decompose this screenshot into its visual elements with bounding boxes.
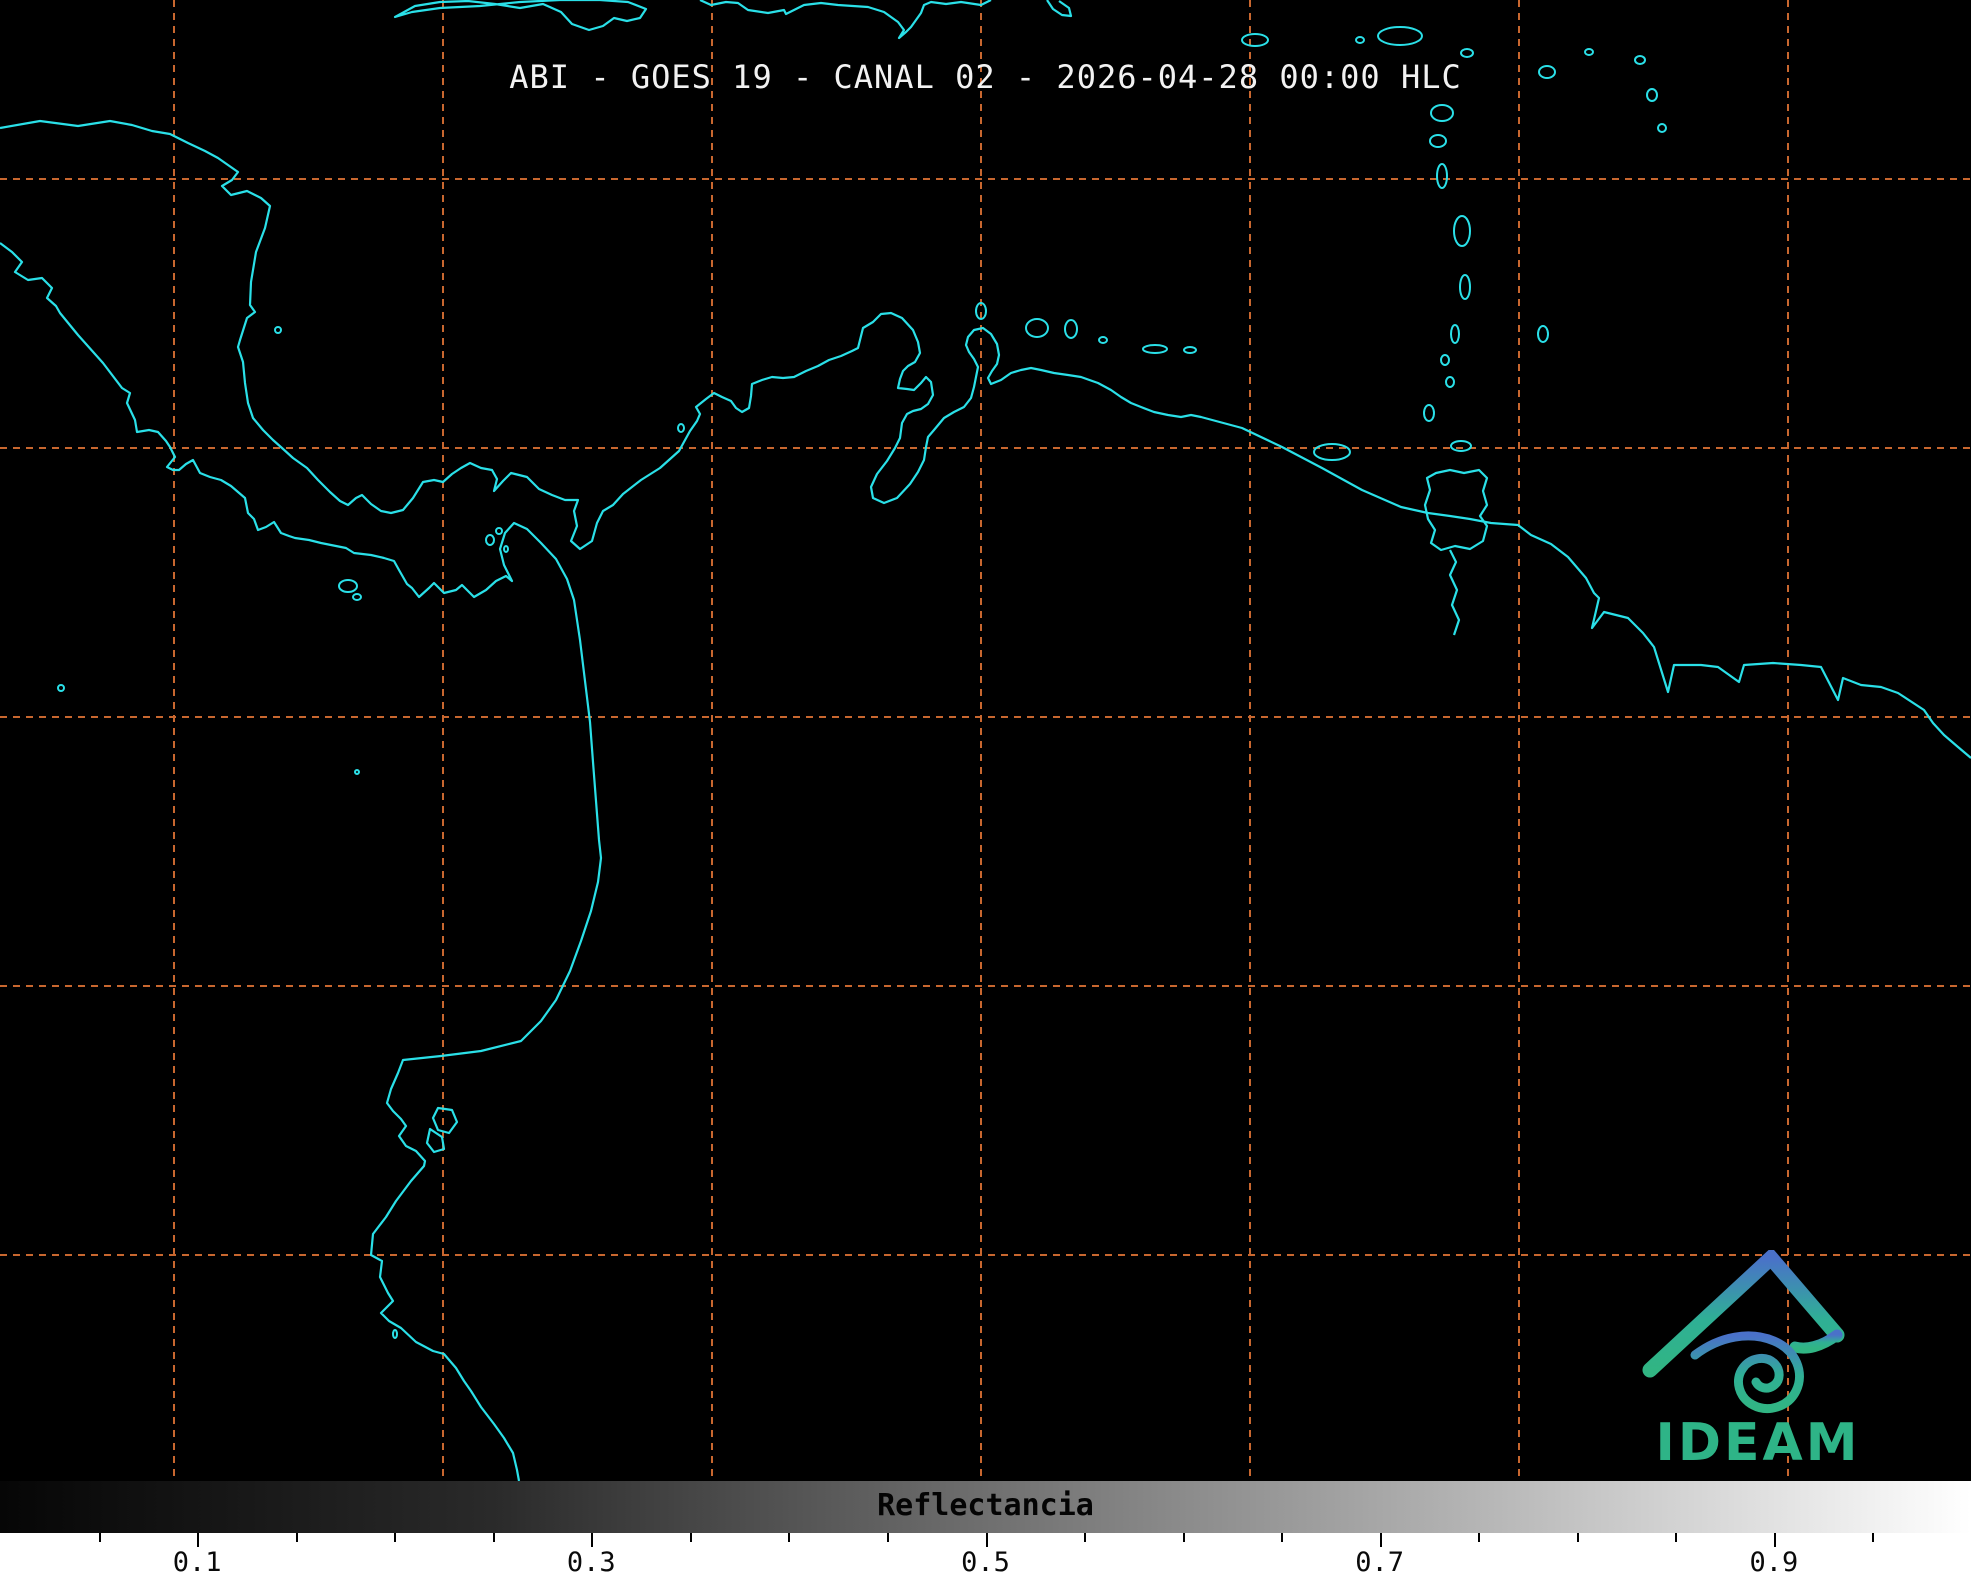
colorbar-minor-tick bbox=[887, 1533, 889, 1542]
colorbar-major-tick bbox=[1774, 1533, 1776, 1547]
colorbar-minor-tick bbox=[1675, 1533, 1677, 1542]
reflectance-colorbar: Reflectancia bbox=[0, 1481, 1971, 1535]
colorbar-minor-tick bbox=[493, 1533, 495, 1542]
buenaventura-lagoon-loop bbox=[427, 1129, 444, 1152]
colorbar-tick-label: 0.1 bbox=[173, 1547, 222, 1577]
colorbar-major-tick bbox=[591, 1533, 593, 1547]
island-antigua bbox=[1585, 49, 1593, 55]
island-islet-chain-2 bbox=[1441, 355, 1449, 365]
island-coiba bbox=[339, 580, 357, 592]
colorbar-tick-label: 0.5 bbox=[961, 1547, 1010, 1577]
colorbar-minor-tick bbox=[1478, 1533, 1480, 1542]
island-curacao bbox=[1026, 319, 1048, 337]
colorbar-minor-tick bbox=[1084, 1533, 1086, 1542]
island-grenadines bbox=[1454, 216, 1470, 246]
island-saona bbox=[1242, 34, 1268, 46]
island-grenadines-south bbox=[1460, 275, 1470, 299]
island-st-lucia bbox=[1430, 135, 1446, 147]
island-martinique bbox=[1431, 105, 1453, 121]
island-corn-island bbox=[275, 327, 281, 333]
island-las-aves bbox=[1143, 345, 1167, 353]
island-puerto-rico bbox=[1378, 27, 1422, 45]
logo-wordmark: IDEAM bbox=[1655, 1413, 1860, 1473]
colorbar-minor-tick bbox=[788, 1533, 790, 1542]
colorbar-title: Reflectancia bbox=[0, 1481, 1971, 1533]
colorbar-minor-tick bbox=[296, 1533, 298, 1542]
logo-mountain-ridge bbox=[1795, 1335, 1837, 1348]
buenaventura-bay-loop bbox=[433, 1108, 457, 1133]
colorbar-minor-tick bbox=[394, 1533, 396, 1542]
image-title: ABI - GOES 19 - CANAL 02 - 2026-04-28 00… bbox=[0, 58, 1971, 96]
island-tobago bbox=[1451, 441, 1471, 451]
island-bonaire bbox=[1065, 320, 1077, 338]
trinidad-coast bbox=[1425, 470, 1487, 550]
island-margarita bbox=[1314, 444, 1350, 460]
colorbar-major-tick bbox=[1380, 1533, 1382, 1547]
island-islet-chain-3 bbox=[1446, 377, 1454, 387]
island-barbados bbox=[1538, 326, 1548, 342]
jamaica-coast bbox=[395, 0, 646, 30]
colorbar-minor-tick bbox=[1577, 1533, 1579, 1542]
island-pearl-island-1 bbox=[486, 535, 494, 545]
pacific-mainland-coast bbox=[0, 243, 601, 1481]
island-malpelo bbox=[355, 770, 359, 774]
orinoco-delta-islets bbox=[1450, 550, 1459, 635]
island-cocos-island bbox=[58, 685, 64, 691]
colorbar-major-tick bbox=[986, 1533, 988, 1547]
island-dominica bbox=[1461, 49, 1473, 57]
colorbar-tick-label: 0.7 bbox=[1355, 1547, 1404, 1577]
colorbar-minor-tick bbox=[1183, 1533, 1185, 1542]
island-islet-chain bbox=[1451, 325, 1459, 343]
island-marie-galante bbox=[1658, 124, 1666, 132]
colorbar-minor-tick bbox=[99, 1533, 101, 1542]
island-pearl-island-3 bbox=[504, 546, 508, 552]
colorbar-tick-label: 0.3 bbox=[567, 1547, 616, 1577]
island-gorgona bbox=[393, 1330, 397, 1338]
hispaniola-south-coast bbox=[700, 0, 991, 38]
satellite-image-viewport: ABI - GOES 19 - CANAL 02 - 2026-04-28 00… bbox=[0, 0, 1971, 1577]
island-la-orchila bbox=[1184, 347, 1196, 353]
colorbar-minor-tick bbox=[1281, 1533, 1283, 1542]
caribbean-mainland-coast bbox=[0, 121, 1971, 758]
hispaniola-east-coast bbox=[1047, 0, 1071, 16]
island-grenada bbox=[1424, 405, 1434, 421]
island-mona bbox=[1356, 37, 1364, 43]
logo-spiral bbox=[1695, 1336, 1799, 1409]
colorbar-minor-tick bbox=[690, 1533, 692, 1542]
island-providencia bbox=[678, 424, 684, 432]
map-canvas: ABI - GOES 19 - CANAL 02 - 2026-04-28 00… bbox=[0, 0, 1971, 1481]
island-coiba-islet bbox=[353, 594, 361, 600]
colorbar-tick-label: 0.9 bbox=[1750, 1547, 1799, 1577]
island-st-vincent bbox=[1437, 164, 1447, 188]
island-pearl-island-2 bbox=[496, 528, 502, 534]
colorbar-major-tick bbox=[197, 1533, 199, 1547]
colorbar-minor-tick bbox=[1872, 1533, 1874, 1542]
colorbar-axis: 0.1 0.3 0.5 0.7 0.9 bbox=[0, 1533, 1971, 1577]
ideam-logo: IDEAM bbox=[1638, 1250, 1882, 1478]
island-los-roques bbox=[1099, 337, 1107, 343]
